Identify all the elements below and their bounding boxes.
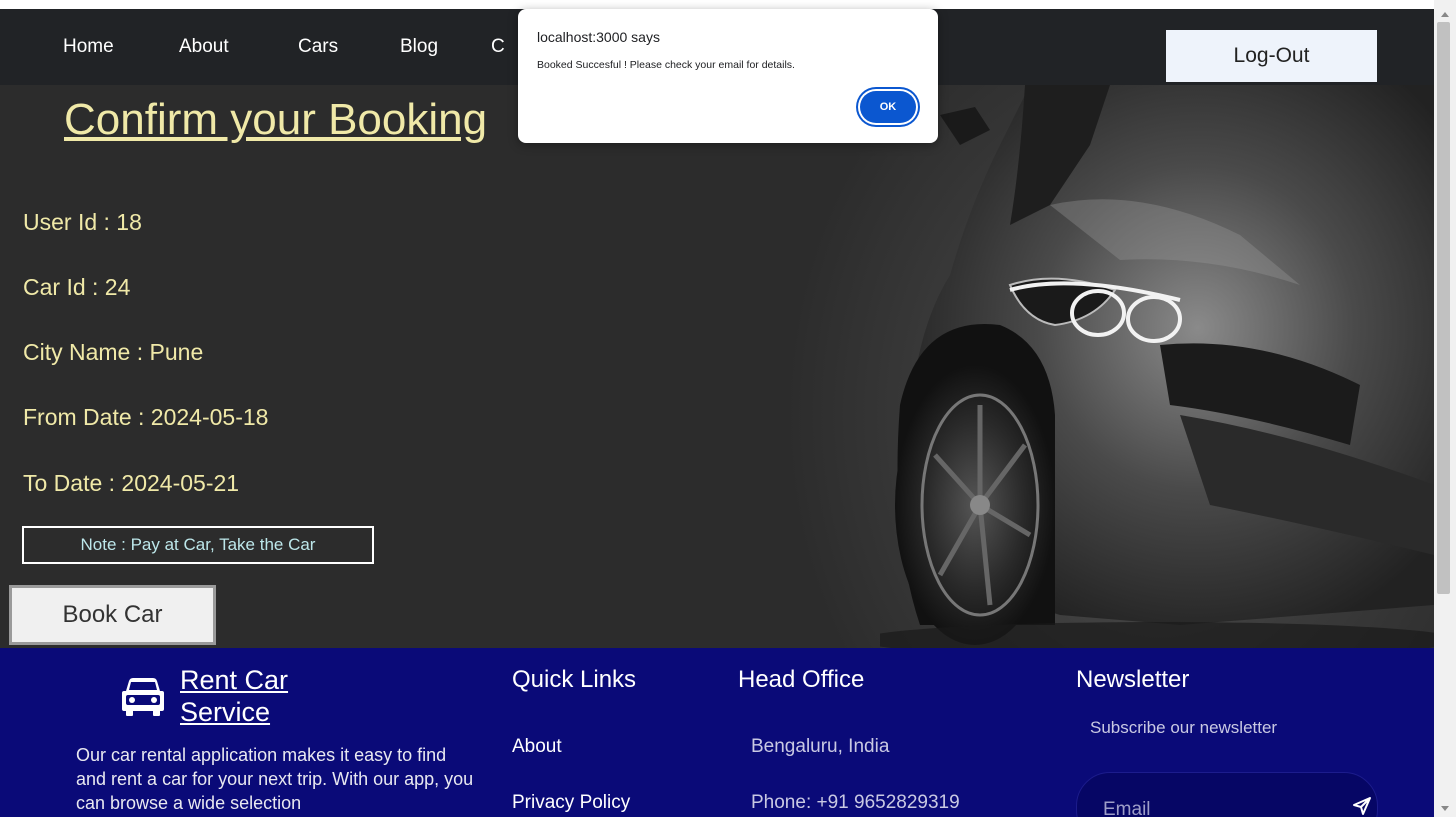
- nav-link-cars[interactable]: Cars: [298, 36, 338, 58]
- brand-name-line2: Service: [180, 697, 271, 727]
- nav-link-contact[interactable]: C: [491, 36, 505, 58]
- brand-description: Our car rental application makes it easy…: [76, 745, 474, 813]
- page-title: Confirm your Booking: [64, 95, 488, 144]
- page-scrollbar[interactable]: [1434, 0, 1456, 817]
- brand-name-line1: Rent Car: [180, 665, 289, 695]
- book-car-button[interactable]: Book Car: [9, 585, 216, 645]
- car-image: [880, 85, 1434, 648]
- newsletter-subtitle: Subscribe our newsletter: [1090, 718, 1278, 737]
- nav-link-home[interactable]: Home: [63, 36, 114, 58]
- dialog-message: Booked Succesful ! Please check your ema…: [537, 59, 795, 71]
- office-phone: Phone: +91 9652829319: [751, 792, 960, 813]
- nav-link-about[interactable]: About: [179, 36, 229, 58]
- from-date-text: From Date : 2024-05-18: [23, 404, 269, 430]
- email-input[interactable]: [1101, 795, 1325, 817]
- to-date-text: To Date : 2024-05-21: [23, 470, 240, 496]
- quick-links-heading: Quick Links: [512, 666, 637, 693]
- scroll-thumb[interactable]: [1437, 22, 1450, 594]
- top-strip: [0, 0, 1434, 9]
- head-office-heading: Head Office: [738, 666, 865, 693]
- booking-hero: Confirm your Booking User Id : 18 Car Id…: [0, 85, 1434, 648]
- newsletter-heading: Newsletter: [1076, 666, 1190, 693]
- dialog-title: localhost:3000 says: [537, 29, 660, 45]
- alert-dialog: localhost:3000 says Booked Succesful ! P…: [518, 9, 938, 143]
- footer: Rent Car Service Our car rental applicat…: [0, 648, 1434, 817]
- user-id-text: User Id : 18: [23, 209, 142, 235]
- footer-link-about[interactable]: About: [512, 736, 562, 758]
- newsletter-form: [1076, 772, 1378, 817]
- nav-link-blog[interactable]: Blog: [400, 36, 438, 58]
- car-icon: [122, 678, 164, 716]
- dialog-ok-button[interactable]: OK: [860, 91, 916, 123]
- payment-note: Note : Pay at Car, Take the Car: [22, 526, 374, 564]
- scroll-up-arrow-icon[interactable]: [1441, 12, 1449, 17]
- city-name-text: City Name : Pune: [23, 339, 204, 365]
- logout-button[interactable]: Log-Out: [1166, 30, 1377, 82]
- send-icon[interactable]: [1352, 796, 1372, 816]
- footer-link-privacy-policy[interactable]: Privacy Policy: [512, 792, 630, 814]
- brand-name: Rent Car Service: [180, 664, 288, 728]
- scroll-down-arrow-icon[interactable]: [1441, 806, 1449, 811]
- car-id-text: Car Id : 24: [23, 274, 131, 300]
- office-address: Bengaluru, India: [751, 736, 890, 757]
